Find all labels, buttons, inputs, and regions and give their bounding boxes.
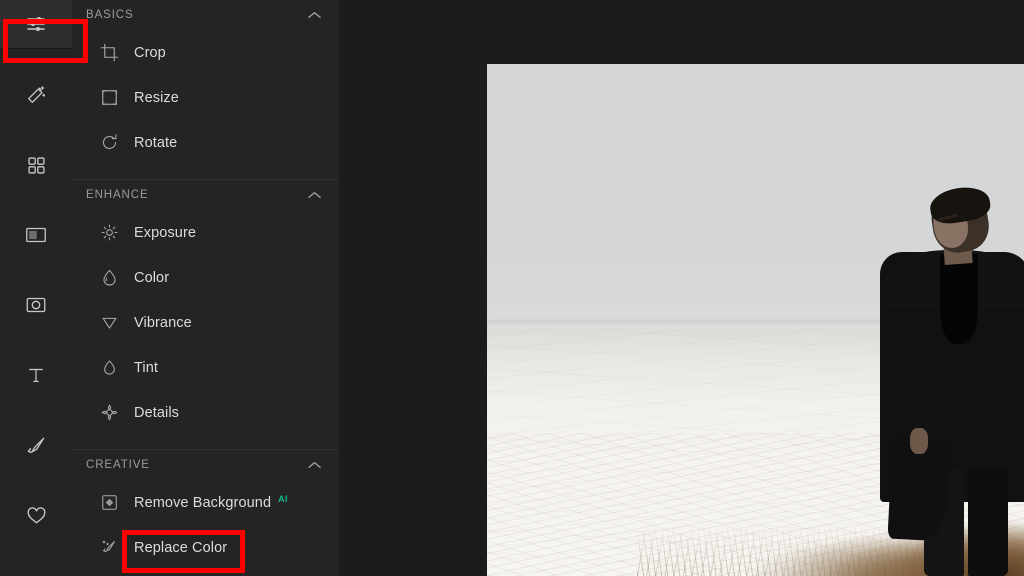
tool-rail-draw[interactable] [0, 421, 72, 469]
section-title-basics: BASICS [86, 9, 134, 21]
photo-preview[interactable] [487, 64, 1024, 576]
heart-icon [25, 504, 48, 527]
menu-item-color-label: Color [134, 269, 170, 286]
section-header-basics[interactable]: BASICS [72, 0, 339, 30]
menu-item-rotate-label: Rotate [134, 134, 178, 151]
tool-rail [0, 0, 72, 576]
section-title-creative: CREATIVE [86, 459, 150, 471]
menu-item-details[interactable]: Details [72, 390, 339, 435]
chevron-up-icon[interactable] [308, 11, 321, 19]
section-title-enhance: ENHANCE [86, 189, 149, 201]
tool-rail-effects[interactable] [0, 71, 72, 119]
subject-hand [910, 428, 928, 454]
chevron-up-icon[interactable] [308, 461, 321, 469]
image-editor-app: BASICS Crop Resize Rotate ENHANCE Exposu… [0, 0, 1024, 576]
frame-icon [24, 224, 48, 246]
photo-subject-man [880, 183, 1024, 576]
brush-icon [25, 434, 48, 457]
menu-item-details-label: Details [134, 404, 180, 421]
sticker-icon [24, 294, 48, 316]
tool-rail-overlays[interactable] [0, 141, 72, 189]
tint-drop-icon [98, 357, 120, 379]
menu-item-exposure[interactable]: Exposure [72, 210, 339, 255]
menu-item-crop-label: Crop [134, 44, 166, 61]
replace-color-icon [98, 537, 120, 559]
subject-leg-right [968, 470, 1008, 576]
section-header-creative[interactable]: CREATIVE [72, 450, 339, 480]
text-icon [25, 364, 47, 386]
editor-canvas[interactable] [340, 0, 1024, 576]
droplet-icon [98, 267, 120, 289]
menu-item-replace-color-label: Replace Color [134, 539, 228, 556]
menu-item-remove-background-label: Remove Background [134, 494, 272, 511]
grid-icon [26, 155, 47, 176]
tool-rail-frames[interactable] [0, 211, 72, 259]
remove-background-icon [98, 492, 120, 514]
chevron-up-icon[interactable] [308, 191, 321, 199]
crop-icon [98, 42, 120, 64]
menu-item-vibrance-label: Vibrance [134, 314, 192, 331]
adjustments-panel: BASICS Crop Resize Rotate ENHANCE Exposu… [72, 0, 340, 576]
triangle-down-icon [98, 312, 120, 334]
tool-rail-stickers[interactable] [0, 281, 72, 329]
subject-lapel [940, 254, 978, 344]
menu-item-rotate[interactable]: Rotate [72, 120, 339, 165]
tool-rail-favorites[interactable] [0, 491, 72, 539]
resize-icon [98, 87, 120, 109]
rotate-icon [98, 132, 120, 154]
adjust-icon [24, 12, 48, 36]
menu-item-vibrance[interactable]: Vibrance [72, 300, 339, 345]
tool-rail-text[interactable] [0, 351, 72, 399]
menu-item-tint[interactable]: Tint [72, 345, 339, 390]
section-header-enhance[interactable]: ENHANCE [72, 180, 339, 210]
menu-item-tint-label: Tint [134, 359, 159, 376]
ai-badge: AI [278, 493, 288, 504]
menu-item-exposure-label: Exposure [134, 224, 197, 241]
sun-icon [98, 222, 120, 244]
menu-item-resize[interactable]: Resize [72, 75, 339, 120]
menu-item-resize-label: Resize [134, 89, 179, 106]
menu-item-replace-color[interactable]: Replace Color [72, 525, 339, 570]
sparkle-icon [98, 402, 120, 424]
tool-rail-adjust[interactable] [0, 0, 72, 48]
menu-item-remove-background[interactable]: Remove Background AI [72, 480, 339, 525]
menu-item-color[interactable]: Color [72, 255, 339, 300]
menu-item-crop[interactable]: Crop [72, 30, 339, 75]
magic-wand-icon [25, 84, 47, 106]
